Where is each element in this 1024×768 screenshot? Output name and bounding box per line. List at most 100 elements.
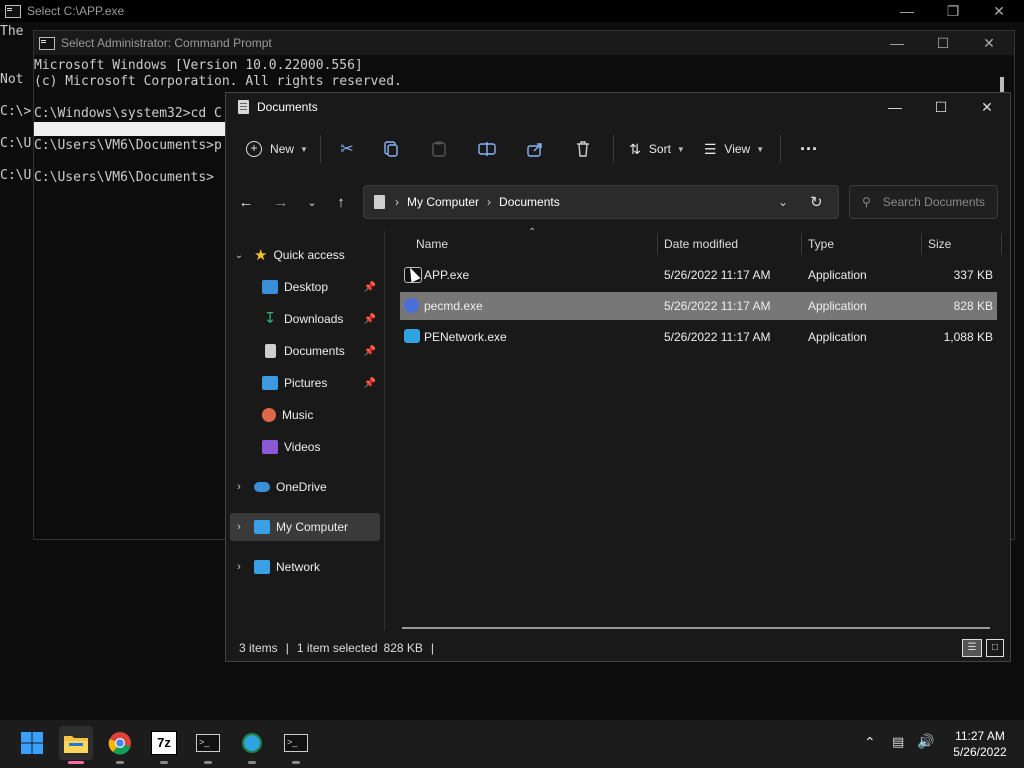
show-hidden-icons-button[interactable]: ⌃ — [864, 734, 876, 751]
more-options-button[interactable]: ··· — [787, 132, 831, 166]
up-button[interactable]: ↑ — [325, 194, 357, 211]
delete-button[interactable] — [559, 132, 607, 166]
file-name: pecmd.exe — [424, 299, 483, 313]
column-divider[interactable] — [921, 233, 922, 255]
nav-quick-access[interactable]: ⌄ ★ Quick access — [230, 241, 380, 269]
table-row-selected[interactable]: pecmd.exe 5/26/2022 11:17 AM Application… — [400, 292, 997, 320]
toolbar-divider — [320, 135, 321, 163]
command-bar: + New ▼ ✂ ⇅ Sort ▼ ☰ View ▼ ··· — [226, 123, 1010, 175]
copy-button[interactable] — [367, 132, 415, 166]
nav-my-computer-label: My Computer — [276, 520, 349, 534]
new-button[interactable]: + New ▼ — [240, 132, 314, 166]
forward-button[interactable]: → — [265, 194, 297, 211]
toolbar-divider — [780, 135, 781, 163]
nav-my-computer[interactable]: › My Computer — [230, 513, 380, 541]
minimize-button[interactable]: — — [872, 93, 918, 121]
file-explorer-taskbar-button[interactable] — [59, 726, 93, 764]
sort-button[interactable]: ⇅ Sort ▼ — [620, 132, 694, 166]
back-button[interactable]: ← — [230, 194, 262, 211]
nav-quick-access-label: Quick access — [273, 248, 345, 262]
start-button[interactable] — [15, 726, 49, 760]
console-admin-titlebar[interactable]: Select Administrator: Command Prompt — [34, 31, 1014, 55]
share-button[interactable] — [511, 132, 559, 166]
console-line: The — [0, 24, 24, 39]
scissors-icon: ✂ — [340, 141, 354, 158]
paste-button[interactable] — [415, 132, 463, 166]
console-app-titlebar[interactable]: Select C:\APP.exe — [0, 0, 1024, 22]
chevron-up-icon: ⌃ — [864, 734, 876, 750]
network-file-icon — [404, 329, 420, 343]
minimize-button[interactable]: — — [884, 0, 930, 22]
share-icon — [527, 143, 542, 157]
view-button[interactable]: ☰ View ▼ — [694, 132, 774, 166]
address-dropdown-icon[interactable]: ⌄ — [778, 195, 788, 209]
chrome-taskbar-button[interactable] — [103, 726, 137, 764]
console-line: Microsoft Windows [Version 10.0.22000.55… — [34, 58, 363, 73]
taskbar: 7z >_ >_ ⌃ ▤ 🔊 11:27 AM 5/26/2022 — [0, 720, 1024, 768]
nav-pictures[interactable]: Pictures 📌 — [262, 369, 380, 397]
pin-icon[interactable]: 📌 — [364, 314, 376, 325]
column-header-name[interactable]: Name — [416, 229, 448, 259]
maximize-button[interactable]: ☐ — [920, 31, 966, 55]
rename-button[interactable] — [463, 132, 511, 166]
table-row[interactable]: APP.exe 5/26/2022 11:17 AM Application 3… — [400, 261, 997, 289]
pane-divider[interactable] — [384, 231, 385, 631]
column-header-size[interactable]: Size — [928, 229, 951, 259]
pin-icon[interactable]: 📌 — [364, 282, 376, 293]
volume-icon[interactable]: 🔊 — [917, 733, 934, 750]
breadcrumb-separator: › — [395, 195, 399, 209]
nav-onedrive[interactable]: › OneDrive — [230, 473, 380, 501]
column-header-type[interactable]: Type — [808, 229, 834, 259]
nav-documents[interactable]: Documents 📌 — [262, 337, 380, 365]
close-button[interactable]: ✕ — [964, 93, 1010, 121]
close-button[interactable]: ✕ — [966, 31, 1012, 55]
network-tray-icon[interactable]: ▤ — [892, 734, 904, 750]
network-taskbar-button[interactable] — [235, 726, 269, 764]
refresh-icon[interactable]: ↻ — [810, 193, 823, 211]
column-divider[interactable] — [1001, 233, 1002, 255]
search-box[interactable]: ⚲ Search Documents — [849, 185, 998, 219]
table-row[interactable]: PENetwork.exe 5/26/2022 11:17 AM Applica… — [400, 323, 997, 351]
nav-desktop[interactable]: Desktop 📌 — [262, 273, 380, 301]
arrow-left-icon: ← — [238, 193, 254, 211]
windows-logo-icon — [21, 732, 43, 754]
column-divider[interactable] — [801, 233, 802, 255]
nav-videos[interactable]: Videos — [262, 433, 380, 461]
selected-count: 1 item selected — [296, 641, 378, 655]
nav-network[interactable]: › Network — [230, 553, 380, 581]
nav-documents-label: Documents — [284, 344, 345, 358]
cut-button[interactable]: ✂ — [327, 132, 367, 166]
sort-label: Sort — [648, 142, 671, 156]
file-explorer-window[interactable]: Documents — ☐ ✕ + New ▼ ✂ ⇅ Sort ▼ ☰ Vie… — [225, 92, 1011, 662]
nav-music[interactable]: Music — [262, 401, 380, 429]
chevron-down-icon: ▼ — [756, 144, 765, 154]
address-bar[interactable]: › My Computer › Documents ⌄ ↻ — [363, 185, 839, 219]
recent-locations-button[interactable]: ⌄ — [296, 196, 328, 209]
restore-button[interactable]: ❐ — [930, 0, 976, 22]
details-view-button[interactable]: ☰ — [962, 639, 982, 657]
breadcrumb-separator: › — [487, 195, 492, 209]
horizontal-scrollbar[interactable] — [402, 627, 990, 629]
nav-downloads[interactable]: ↧ Downloads 📌 — [262, 305, 380, 333]
toolbar-divider — [613, 135, 614, 163]
close-button[interactable]: ✕ — [976, 0, 1022, 22]
console-line: C:\> — [0, 104, 32, 119]
paste-icon — [432, 141, 446, 157]
column-header-date[interactable]: Date modified — [664, 229, 738, 259]
7zip-taskbar-button[interactable]: 7z — [147, 726, 181, 764]
breadcrumb-documents[interactable]: Documents — [499, 195, 560, 209]
breadcrumb-my-computer[interactable]: My Computer — [407, 195, 479, 209]
pin-icon[interactable]: 📌 — [364, 378, 376, 389]
cmd-taskbar-button-1[interactable]: >_ — [191, 726, 225, 764]
maximize-button[interactable]: ☐ — [918, 93, 964, 121]
clock[interactable]: 11:27 AM 5/26/2022 — [944, 728, 1016, 760]
column-divider[interactable] — [657, 233, 658, 255]
tiles-view-button[interactable]: □ — [986, 639, 1004, 657]
minimize-button[interactable]: — — [874, 31, 920, 55]
cmd-taskbar-button-2[interactable]: >_ — [279, 726, 313, 764]
folder-icon — [374, 195, 385, 209]
pin-icon[interactable]: 📌 — [364, 346, 376, 357]
chevron-right-icon: › — [237, 561, 241, 573]
nav-desktop-label: Desktop — [284, 280, 329, 294]
console-line: C:\Users\VM6\Documents>p — [34, 138, 222, 153]
